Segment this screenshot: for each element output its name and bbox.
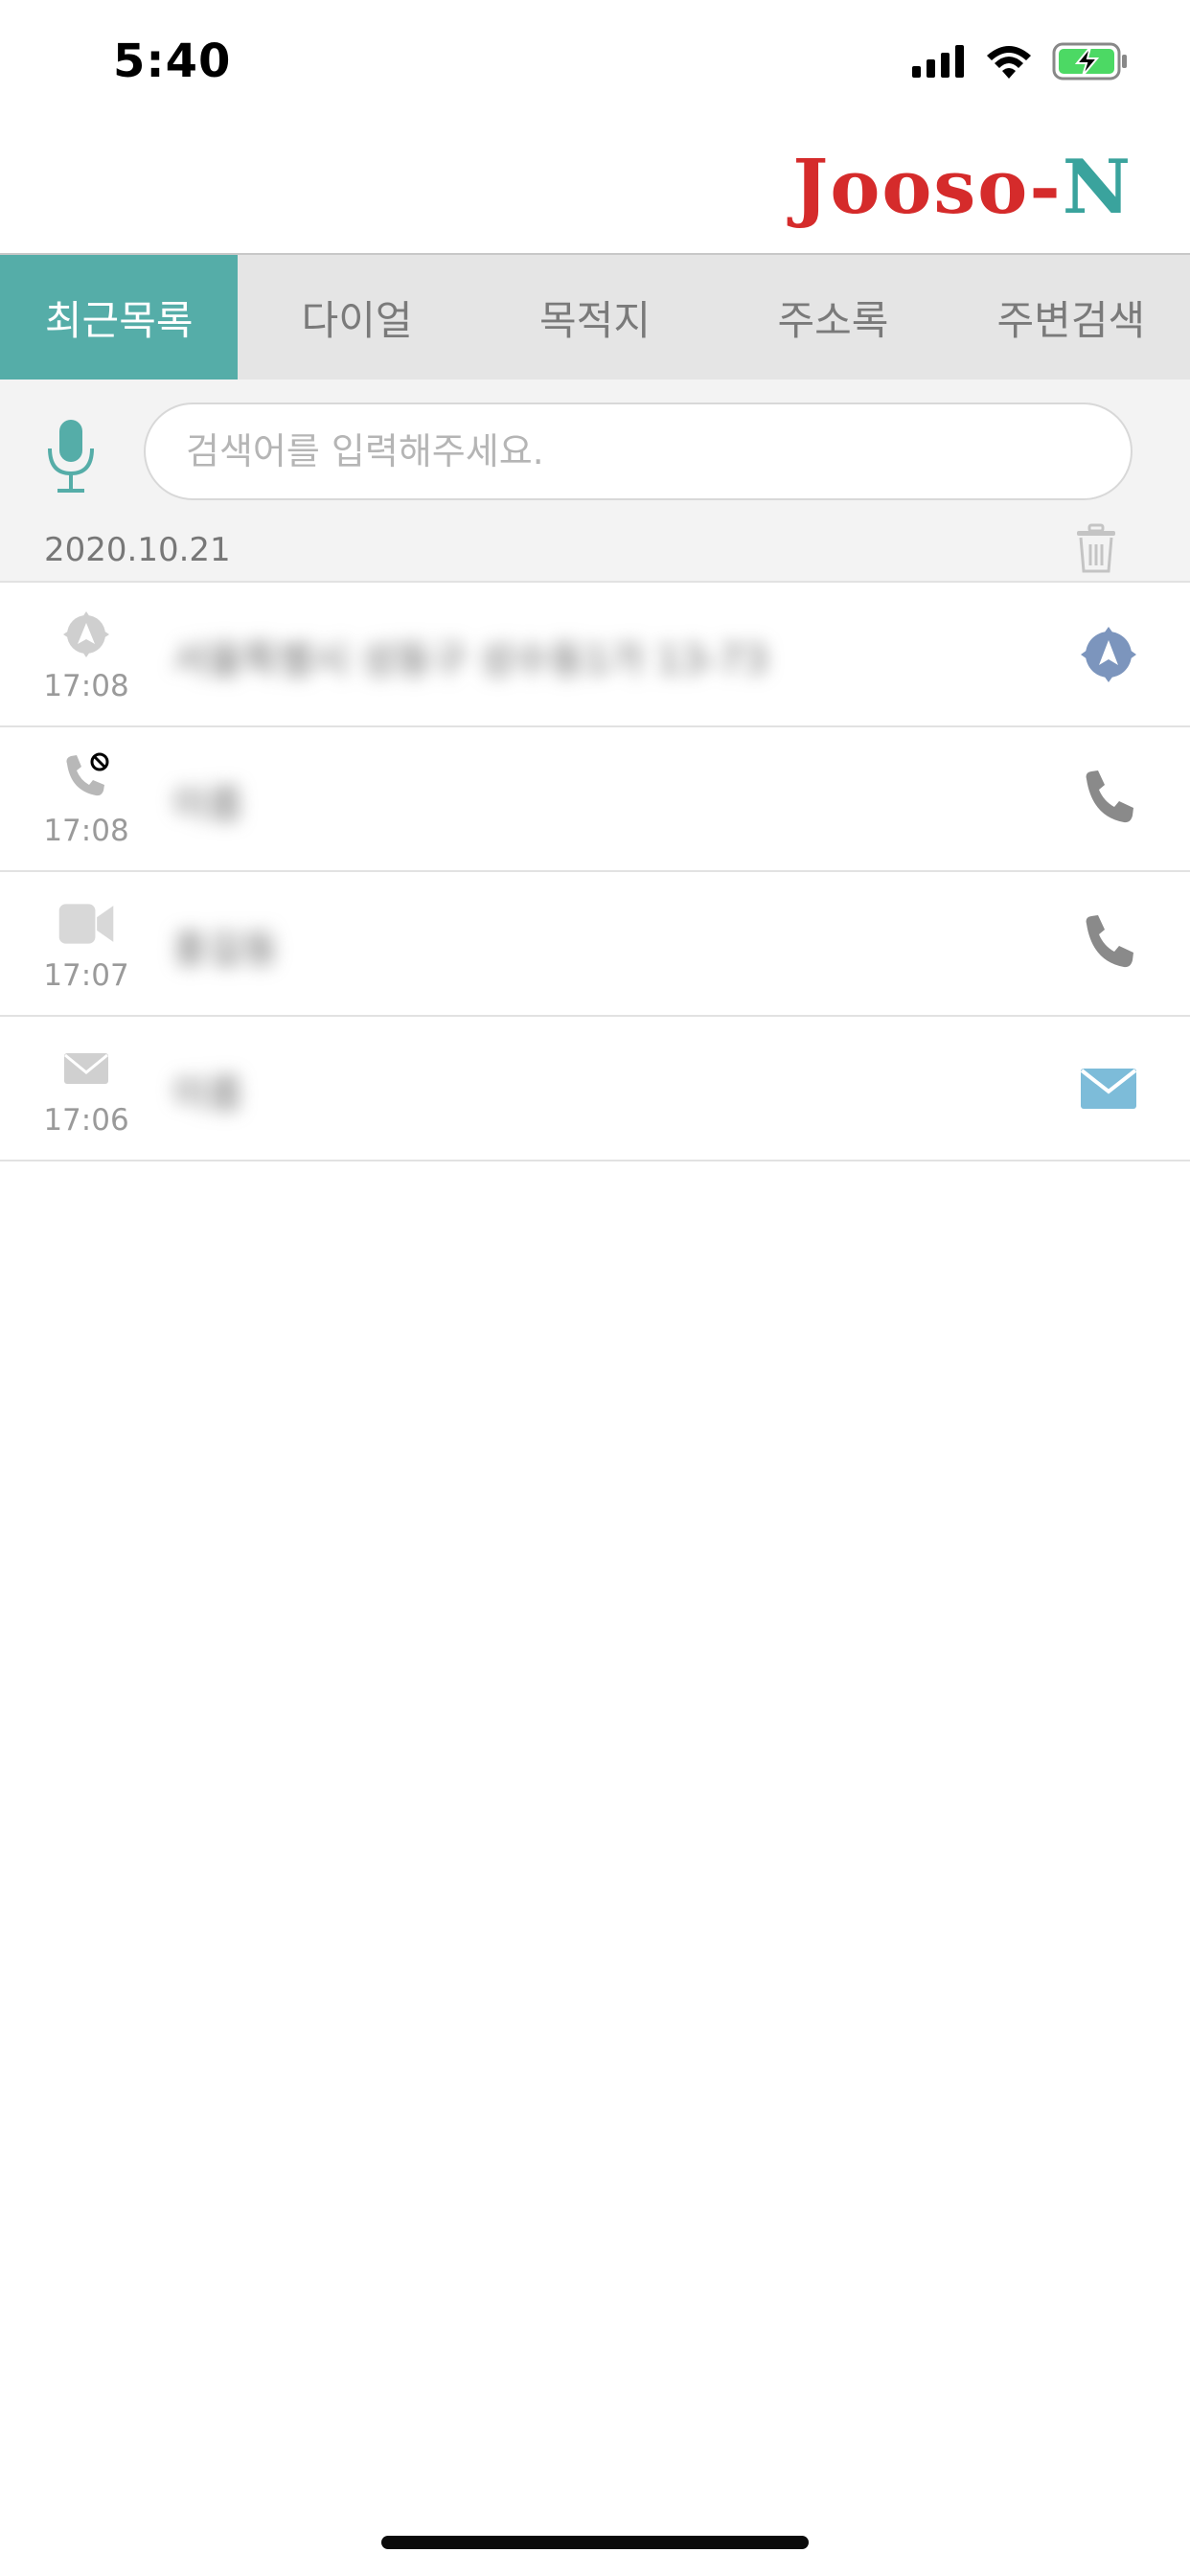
row-name: 홍길동 (172, 928, 279, 972)
tab-dial[interactable]: 다이얼 (238, 255, 475, 380)
battery-charging-icon (1052, 42, 1127, 80)
row-time: 17:06 (43, 1103, 129, 1138)
wifi-icon (987, 46, 1031, 79)
row-time: 17:07 (43, 958, 129, 993)
row-name: 이름 (172, 783, 243, 827)
phone-icon[interactable] (1075, 910, 1142, 978)
phone-icon[interactable] (1075, 766, 1142, 833)
video-call-icon (57, 895, 115, 953)
row-name: 이름 (172, 1072, 243, 1116)
status-time: 5:40 (113, 34, 232, 88)
mail-icon[interactable] (1075, 1055, 1142, 1122)
tab-destination[interactable]: 목적지 (476, 255, 714, 380)
list-item[interactable]: 17:08 이름 (0, 727, 1190, 872)
tab-nearby-search[interactable]: 주변검색 (952, 255, 1190, 380)
row-address: 서울특별시 성동구 성수동1가 13-73 (172, 638, 768, 682)
status-icons (912, 42, 1129, 80)
logo-text-n: N (1062, 144, 1133, 231)
search-input[interactable] (144, 402, 1133, 500)
list-item[interactable]: 17:06 이름 (0, 1017, 1190, 1162)
app-logo: Jooso-N (792, 144, 1133, 231)
date-header: 2020.10.21 (44, 531, 231, 569)
missed-call-icon (57, 750, 115, 808)
list-item[interactable]: 17:08 서울특별시 성동구 성수동1가 13-73 (0, 583, 1190, 727)
navigate-icon[interactable] (1075, 621, 1142, 688)
app-header: Jooso-N (0, 96, 1190, 253)
trash-icon[interactable] (1075, 523, 1117, 573)
row-time: 17:08 (43, 814, 129, 848)
tab-bar: 최근목록 다이얼 목적지 주소록 주변검색 (0, 253, 1190, 380)
signal-icon (912, 45, 964, 78)
logo-text: Jooso- (792, 144, 1063, 231)
message-icon (57, 1040, 115, 1097)
search-area: 2020.10.21 (0, 380, 1190, 581)
recent-list: 17:08 서울특별시 성동구 성수동1가 13-73 17:08 이름 17:… (0, 581, 1190, 1162)
list-item[interactable]: 17:07 홍길동 (0, 872, 1190, 1017)
row-time: 17:08 (43, 669, 129, 703)
microphone-icon[interactable] (44, 418, 98, 494)
tab-recent[interactable]: 최근목록 (0, 255, 239, 380)
home-indicator[interactable] (381, 2536, 809, 2549)
navigation-icon (57, 606, 115, 663)
tab-contacts[interactable]: 주소록 (714, 255, 951, 380)
